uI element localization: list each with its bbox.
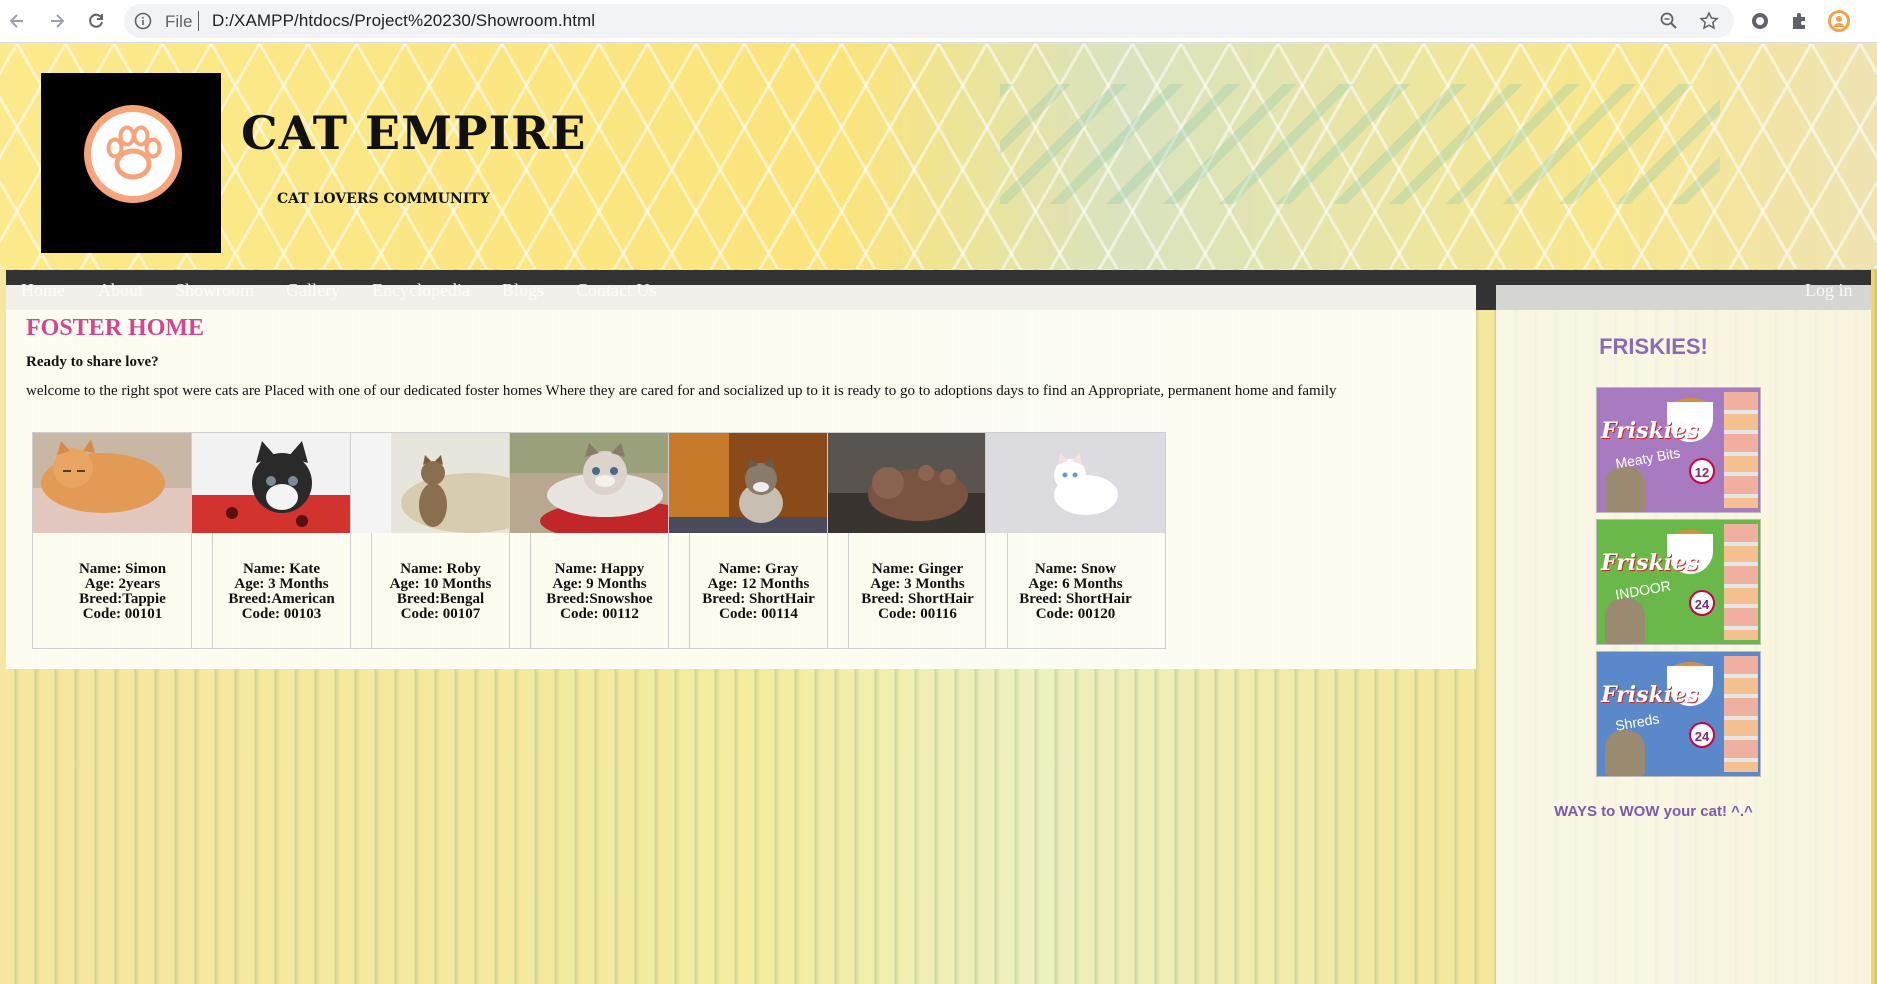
info-icon[interactable] — [134, 12, 152, 30]
cat-age: Age: 3 Months — [234, 576, 329, 592]
cat-code: Code: 00116 — [878, 606, 957, 622]
cat-breed: Breed: ShortHair — [702, 591, 815, 607]
product-image[interactable]: Friskies Shreds 24 — [1596, 651, 1761, 777]
product-variant: INDOOR — [1614, 577, 1672, 603]
cat-breed: Breed:Bengal — [396, 591, 485, 607]
cat-name: Name: Happy — [554, 561, 645, 577]
product-image[interactable]: Friskies Meaty Bits 12 — [1596, 387, 1761, 513]
cat-name: Name: Kate — [242, 561, 321, 577]
section-title: FOSTER HOME — [26, 315, 205, 341]
section-description: welcome to the right spot were cats are … — [26, 383, 1337, 399]
cat-photo — [192, 433, 371, 533]
cat-card[interactable]: Name: Roby Age: 10 Months Breed:Bengal C… — [350, 432, 531, 649]
cat-age: Age: 9 Months — [552, 576, 647, 592]
product-count-badge: 12 — [1689, 458, 1715, 484]
product-variant: Shreds — [1613, 710, 1661, 734]
reload-button[interactable] — [83, 8, 109, 34]
cat-age: Age: 6 Months — [1028, 576, 1123, 592]
forward-button[interactable] — [44, 8, 70, 34]
cat-card[interactable]: Name: Ginger Age: 3 Months Breed: ShortH… — [827, 432, 1008, 649]
cat-code: Code: 00107 — [400, 606, 481, 622]
cat-details: Name: Snow Age: 6 Months Breed: ShortHai… — [986, 562, 1165, 622]
site-tagline: CAT LOVERS COMMUNITY — [277, 191, 490, 207]
product-brand: Friskies — [1601, 418, 1699, 444]
cat-photo — [828, 433, 1007, 533]
paw-badge — [84, 105, 182, 203]
reload-icon — [89, 13, 103, 28]
cat-details: Name: Happy Age: 9 Months Breed:Snowshoe… — [510, 562, 689, 622]
product-brand: Friskies — [1601, 550, 1699, 576]
zoom-icon[interactable] — [1659, 11, 1679, 31]
sidebar-footer-link[interactable]: WAYS to WOW your cat! ^.^ — [1496, 803, 1811, 820]
puzzle-icon[interactable] — [1788, 9, 1812, 33]
cat-code: Code: 00120 — [1035, 606, 1116, 622]
cat-card[interactable]: Name: Kate Age: 3 Months Breed:American … — [191, 432, 372, 649]
header-banner: CAT EMPIRE CAT LOVERS COMMUNITY — [0, 44, 1877, 269]
site-logo[interactable] — [41, 73, 221, 253]
cat-card[interactable]: Name: Gray Age: 12 Months Breed: ShortHa… — [668, 432, 849, 649]
cat-code: Code: 00103 — [241, 606, 322, 622]
star-icon[interactable] — [1699, 11, 1719, 31]
cat-code: Code: 00112 — [560, 606, 639, 622]
cat-age: Age: 3 Months — [870, 576, 965, 592]
section-subtitle: Ready to share love? — [26, 354, 159, 370]
paw-icon — [106, 125, 162, 180]
cat-photo — [33, 433, 212, 533]
cat-photo — [669, 433, 848, 533]
cat-details: Name: Simon Age: 2years Breed:Tappie Cod… — [33, 562, 212, 622]
arrow-left-icon — [9, 14, 23, 28]
cat-details: Name: Roby Age: 10 Months Breed:Bengal C… — [351, 562, 530, 622]
arrow-right-icon — [51, 14, 65, 28]
cat-name: Name: Gray — [718, 561, 799, 577]
address-bar[interactable]: File D:/XAMPP/htdocs/Project%20230/Showr… — [124, 4, 1734, 38]
friskies-sidebar: FRISKIES! Friskies Meaty Bits 12 Friskie… — [1496, 285, 1871, 984]
cat-breed: Breed: ShortHair — [861, 591, 974, 607]
cat-breed: Breed:American — [228, 591, 335, 607]
cat-age: Age: 2years — [84, 576, 161, 592]
cat-details: Name: Kate Age: 3 Months Breed:American … — [192, 562, 371, 622]
product-image[interactable]: Friskies INDOOR 24 — [1596, 519, 1761, 645]
product-count-badge: 24 — [1689, 590, 1715, 616]
cat-breed: Breed:Tappie — [79, 591, 166, 607]
cat-card[interactable]: Name: Snow Age: 6 Months Breed: ShortHai… — [985, 432, 1166, 649]
cat-card[interactable]: Name: Happy Age: 9 Months Breed:Snowshoe… — [509, 432, 690, 649]
cat-age: Age: 10 Months — [389, 576, 492, 592]
cat-card[interactable]: Name: Simon Age: 2years Breed:Tappie Cod… — [32, 432, 213, 649]
back-button[interactable] — [4, 8, 30, 34]
site-title: CAT EMPIRE — [241, 106, 587, 160]
banner-pattern — [1000, 84, 1720, 204]
cat-details: Name: Gray Age: 12 Months Breed: ShortHa… — [669, 562, 848, 622]
product-variant: Meaty Bits — [1614, 444, 1682, 472]
product-count-badge: 24 — [1689, 722, 1715, 748]
cat-name: Name: Simon — [78, 561, 167, 577]
extension-circle-icon[interactable] — [1748, 9, 1772, 33]
cat-photo — [351, 433, 530, 533]
cat-photo — [986, 433, 1165, 533]
cat-code: Code: 00114 — [719, 606, 798, 622]
cat-name: Name: Snow — [1034, 561, 1117, 577]
url-text[interactable]: D:/XAMPP/htdocs/Project%20230/Showroom.h… — [212, 11, 595, 31]
profile-avatar-icon[interactable] — [1827, 9, 1851, 33]
cat-code: Code: 00101 — [82, 606, 163, 622]
divider — [198, 11, 199, 31]
cat-breed: Breed: ShortHair — [1019, 591, 1132, 607]
cat-name: Name: Roby — [400, 561, 481, 577]
cat-name: Name: Ginger — [871, 561, 964, 577]
product-brand: Friskies — [1601, 682, 1699, 708]
page: CAT EMPIRE CAT LOVERS COMMUNITY Home Abo… — [0, 44, 1877, 984]
browser-toolbar: File D:/XAMPP/htdocs/Project%20230/Showr… — [0, 0, 1877, 43]
cat-breed: Breed:Snowshoe — [546, 591, 653, 607]
cat-photo — [510, 433, 689, 533]
sidebar-title: FRISKIES! — [1599, 334, 1708, 359]
url-scheme-label: File — [165, 12, 193, 31]
cat-details: Name: Ginger Age: 3 Months Breed: ShortH… — [828, 562, 1007, 622]
cat-age: Age: 12 Months — [707, 576, 810, 592]
foster-home-section: FOSTER HOME Ready to share love? welcome… — [6, 285, 1476, 669]
